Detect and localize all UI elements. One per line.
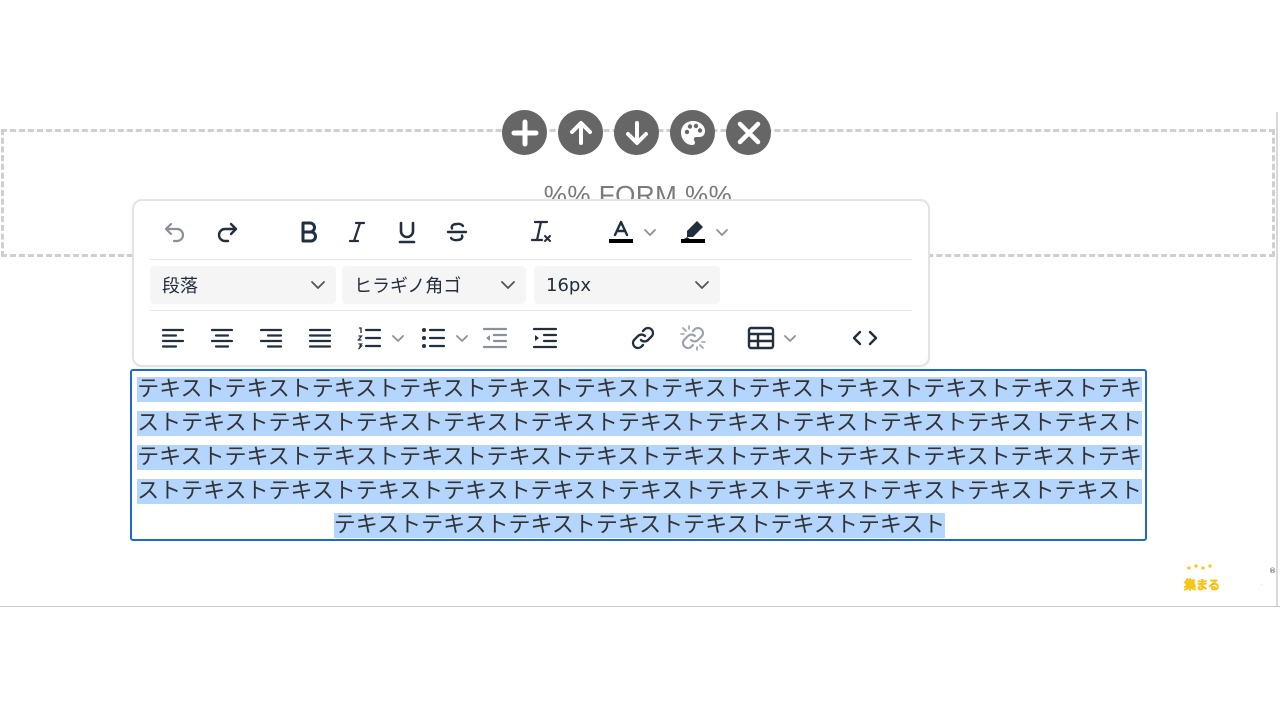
chevron-down-icon (501, 281, 515, 289)
outdent-icon (482, 327, 508, 349)
redo-button[interactable] (208, 214, 246, 250)
unlink-button[interactable] (674, 320, 712, 356)
align-left-button[interactable] (154, 320, 192, 356)
undo-icon (164, 222, 185, 243)
bullet-list-icon (422, 328, 446, 348)
highlight-icon (681, 221, 705, 243)
align-right-button[interactable] (252, 320, 290, 356)
bullet-list-dropdown[interactable] (452, 320, 472, 356)
bullet-list-button[interactable] (414, 320, 452, 356)
font-size-select[interactable]: 16px (534, 266, 720, 304)
align-center-icon (210, 328, 234, 348)
align-right-icon (259, 328, 283, 348)
italic-icon (348, 221, 366, 243)
text-color-dropdown[interactable] (640, 214, 660, 250)
indent-button[interactable] (526, 320, 564, 356)
clear-format-icon (530, 220, 551, 242)
block-actions (502, 110, 771, 156)
clear-format-button[interactable] (522, 214, 560, 250)
toolbar-row-selects: 段落 ヒラギノ角ゴ 16px (150, 259, 912, 311)
chevron-down-icon (784, 335, 796, 342)
text-color-icon (609, 220, 633, 243)
redo-icon (217, 222, 238, 243)
text-content[interactable]: テキストテキストテキストテキストテキストテキストテキストテキストテキストテキスト… (136, 373, 1143, 543)
block-format-select[interactable]: 段落 (150, 266, 336, 304)
font-family-value: ヒラギノ角ゴ (354, 276, 462, 297)
source-code-icon (852, 330, 878, 346)
chevron-down-icon (644, 229, 656, 236)
align-center-button[interactable] (203, 320, 241, 356)
unlink-icon (680, 325, 706, 351)
palette-icon (680, 120, 705, 145)
plus-icon (511, 119, 538, 146)
chevron-down-icon (456, 335, 468, 342)
text-color-picker[interactable] (602, 214, 660, 250)
editor-toolbar: 段落 ヒラギノ角ゴ 16px (132, 199, 930, 367)
bold-button[interactable] (290, 214, 328, 250)
table-dropdown[interactable] (780, 320, 800, 356)
move-down-button[interactable] (614, 110, 659, 155)
align-justify-button[interactable] (301, 320, 339, 356)
add-block-button[interactable] (502, 110, 547, 155)
underline-icon (398, 221, 416, 244)
text-block[interactable]: テキストテキストテキストテキストテキストテキストテキストテキストテキストテキスト… (130, 369, 1147, 541)
svg-text:集まる: 集まる (1183, 577, 1220, 592)
table-button[interactable] (742, 320, 780, 356)
numbered-list-icon (357, 327, 382, 350)
page-edge (1276, 112, 1278, 607)
toolbar-row-paragraph (150, 313, 912, 363)
move-up-button[interactable] (558, 110, 603, 155)
align-left-icon (161, 328, 185, 348)
highlight-dropdown[interactable] (712, 214, 732, 250)
arrow-up-icon (569, 120, 592, 145)
italic-button[interactable] (338, 214, 376, 250)
style-button[interactable] (670, 110, 715, 155)
strikethrough-icon (446, 222, 468, 242)
indent-icon (532, 327, 558, 349)
close-icon (737, 121, 760, 144)
chevron-down-icon (392, 335, 404, 342)
chevron-down-icon (695, 281, 709, 289)
selected-text[interactable]: テキストテキストテキストテキストテキストテキストテキストテキストテキストテキスト… (137, 377, 1142, 538)
chevron-down-icon (716, 229, 728, 236)
font-size-value: 16px (546, 274, 591, 296)
source-code-button[interactable] (846, 320, 884, 356)
delete-block-button[interactable] (726, 110, 771, 155)
undo-button[interactable] (156, 214, 194, 250)
table-picker[interactable] (742, 320, 800, 356)
underline-button[interactable] (388, 214, 426, 250)
bullet-list-picker[interactable] (414, 320, 472, 356)
font-family-select[interactable]: ヒラギノ角ゴ (342, 266, 526, 304)
link-button[interactable] (624, 320, 662, 356)
block-format-value: 段落 (162, 276, 198, 297)
align-justify-icon (308, 328, 332, 348)
highlight-button[interactable] (674, 214, 712, 250)
link-icon (631, 326, 655, 350)
bold-icon (301, 221, 317, 243)
toolbar-row-format (150, 209, 912, 255)
numbered-list-button[interactable] (350, 320, 388, 356)
text-color-button[interactable] (602, 214, 640, 250)
numbered-list-picker[interactable] (350, 320, 408, 356)
brand-logo: 集まる 集客 ® (1183, 563, 1276, 595)
svg-text:®: ® (1269, 567, 1275, 575)
table-icon (747, 326, 775, 350)
page-divider (0, 606, 1280, 607)
outdent-button[interactable] (476, 320, 514, 356)
highlight-color-picker[interactable] (674, 214, 732, 250)
arrow-down-icon (625, 120, 648, 145)
svg-text:集客: 集客 (1222, 571, 1266, 595)
strikethrough-button[interactable] (438, 214, 476, 250)
numbered-list-dropdown[interactable] (388, 320, 408, 356)
chevron-down-icon (311, 281, 325, 289)
